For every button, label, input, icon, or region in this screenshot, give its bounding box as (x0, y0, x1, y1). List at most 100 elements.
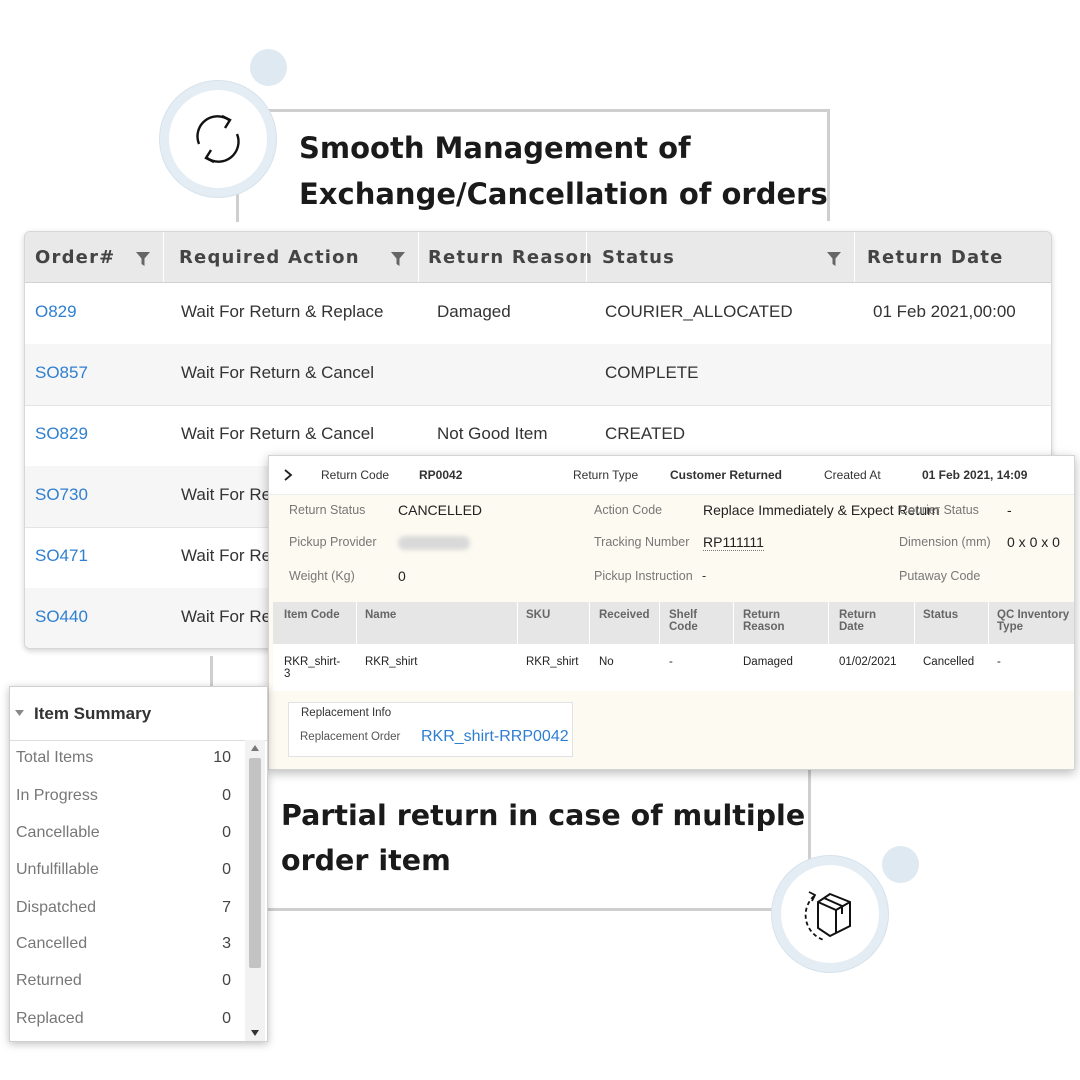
summary-value: 0 (222, 824, 231, 841)
headline-top-line1: Smooth Management of (299, 131, 691, 165)
item-shelf-code: - (669, 656, 673, 668)
item-name: RKR_shirt (365, 656, 418, 668)
table-row[interactable]: SO857 Wait For Return & Cancel COMPLETE (25, 344, 1051, 406)
orders-table-header: Order# Required Action Return Reason Sta… (25, 232, 1051, 283)
return-detail-header[interactable]: Return Code RP0042 Return Type Customer … (269, 456, 1074, 495)
order-link[interactable]: SO471 (35, 527, 88, 588)
column-header-received: Received (599, 609, 650, 621)
list-item: Returned 0 (10, 963, 245, 1000)
return-status-label: Return Status (289, 503, 366, 517)
pickup-instruction-value: - (702, 569, 707, 583)
replacement-info-box: Replacement Info Replacement Order RKR_s… (288, 702, 573, 757)
required-action: Wait For Re (181, 546, 272, 565)
pickup-provider-label: Pickup Provider (289, 535, 377, 549)
column-header-return-date[interactable]: Return Date (867, 232, 1004, 282)
order-link[interactable]: SO829 (35, 405, 88, 466)
item-return-reason: Damaged (743, 656, 793, 668)
connector-line (266, 908, 776, 911)
column-header-status[interactable]: Status (602, 232, 675, 282)
dimension-label: Dimension (mm) (899, 535, 991, 549)
column-header-status: Status (923, 609, 959, 621)
return-type-label: Return Type (573, 468, 639, 482)
caret-down-icon[interactable] (15, 710, 24, 717)
dimension-value: 0 x 0 x 0 (1007, 534, 1060, 550)
list-item: Replaced 0 (10, 1001, 245, 1038)
column-header-return-reason: Return Reason (743, 609, 785, 633)
summary-label: Returned (16, 972, 82, 989)
return-date: 01 Feb 2021,00:00 (873, 302, 1016, 321)
pickup-provider-value-redacted (398, 536, 470, 550)
connector-line (808, 768, 811, 860)
filter-icon[interactable] (136, 252, 150, 266)
connector-line (236, 192, 239, 222)
item-qc-type: - (997, 656, 1001, 668)
column-header-order[interactable]: Order# (35, 232, 115, 282)
scroll-down-icon[interactable] (251, 1030, 259, 1036)
replacement-info-label: Replacement Info (301, 707, 392, 719)
scrollbar[interactable] (245, 740, 265, 1041)
connector-line (210, 656, 213, 688)
return-code-value: RP0042 (419, 468, 463, 482)
item-received: No (599, 656, 614, 668)
chevron-right-icon[interactable] (283, 469, 293, 481)
summary-value: 0 (222, 861, 231, 878)
order-status: COMPLETE (605, 363, 699, 382)
pickup-instruction-label: Pickup Instruction (594, 569, 693, 583)
decorative-dot (882, 846, 919, 883)
created-at-label: Created At (824, 468, 881, 482)
item-code: RKR_shirt-3 (284, 656, 341, 680)
filter-icon[interactable] (827, 252, 841, 266)
courier-status-value: - (1007, 502, 1012, 518)
order-link[interactable]: SO730 (35, 466, 88, 527)
summary-label: Unfulfillable (16, 861, 99, 878)
putaway-code-label: Putaway Code (899, 569, 981, 583)
tracking-number-value[interactable]: RP111111 (703, 534, 764, 551)
summary-label: Cancelled (16, 935, 88, 952)
summary-value: 10 (213, 749, 231, 766)
item-sku: RKR_shirt (526, 656, 579, 668)
column-header-required-action[interactable]: Required Action (179, 232, 360, 282)
list-item: Dispatched 7 (10, 890, 245, 927)
list-item: Unfulfillable 0 (10, 852, 245, 889)
return-items-header: Item Code Name SKU Received Shelf Code R… (273, 602, 1074, 644)
scroll-up-icon[interactable] (251, 745, 259, 751)
required-action: Wait For Return & Replace (181, 302, 384, 321)
headline-top: Smooth Management of Exchange/Cancellati… (299, 125, 828, 217)
filter-icon[interactable] (391, 252, 405, 266)
box-return-icon-badge (772, 856, 888, 972)
return-detail-panel: Return Code RP0042 Return Type Customer … (268, 455, 1075, 770)
weight-value: 0 (398, 568, 406, 584)
weight-label: Weight (Kg) (289, 569, 355, 583)
table-row[interactable]: O829 Wait For Return & Replace Damaged C… (25, 283, 1051, 345)
item-summary-header[interactable]: Item Summary (10, 687, 267, 741)
summary-value: 0 (222, 787, 231, 804)
column-header-return-reason[interactable]: Return Reason (428, 232, 593, 282)
column-header-return-date: Return Date (839, 609, 877, 633)
summary-label: Cancellable (16, 824, 100, 841)
courier-status-label: Courier Status (899, 503, 979, 517)
required-action: Wait For Return & Cancel (181, 363, 375, 382)
order-link[interactable]: SO857 (35, 344, 88, 405)
required-action: Wait For Re (181, 485, 272, 504)
return-reason: Damaged (437, 302, 511, 321)
decorative-dot (250, 49, 287, 86)
order-link[interactable]: SO440 (35, 588, 88, 648)
scrollbar-thumb[interactable] (249, 758, 261, 968)
summary-label: Dispatched (16, 899, 97, 916)
summary-label: Replaced (16, 1010, 84, 1027)
return-code-label: Return Code (321, 468, 390, 482)
action-code-label: Action Code (594, 503, 663, 517)
created-at-value: 01 Feb 2021, 14:09 (922, 468, 1028, 482)
item-status: Cancelled (923, 656, 975, 668)
connector-line (268, 109, 830, 112)
replacement-order-label: Replacement Order (300, 731, 401, 743)
tracking-number-label: Tracking Number (594, 535, 690, 549)
list-item: Total Items 10 (10, 740, 245, 777)
box-return-icon (804, 891, 851, 941)
return-items-table: Item Code Name SKU Received Shelf Code R… (273, 602, 1074, 691)
order-link[interactable]: O829 (35, 283, 77, 344)
summary-value: 0 (222, 972, 231, 989)
summary-value: 7 (222, 899, 231, 916)
refresh-icon (196, 114, 240, 164)
replacement-order-link[interactable]: RKR_shirt-RRP0042 (421, 728, 569, 746)
